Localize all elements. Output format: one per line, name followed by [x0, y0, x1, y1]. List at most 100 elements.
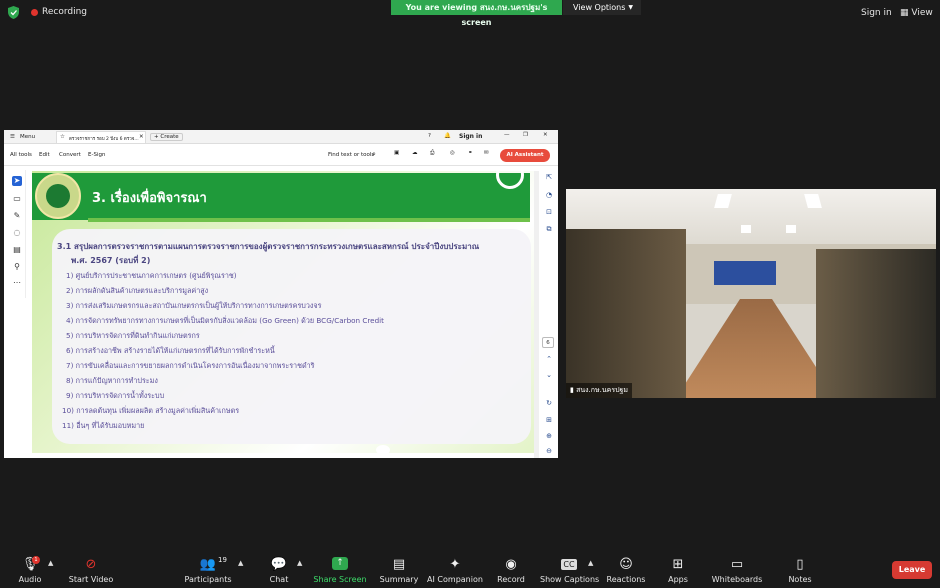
fit-page-icon[interactable]: ⊞ — [544, 415, 554, 425]
create-button[interactable]: + Create — [150, 133, 183, 141]
whiteboard-icon: ▭ — [730, 557, 744, 572]
sparkle-icon: ✦ — [449, 557, 461, 572]
comments-icon[interactable]: ◔ — [544, 190, 554, 200]
minimize-icon[interactable]: — — [504, 132, 510, 138]
whiteboards-button[interactable]: ▭ Whiteboards — [710, 550, 764, 588]
captions-options-caret[interactable]: ▲ — [588, 559, 593, 567]
menu-icon[interactable]: ☰ — [10, 134, 15, 140]
summary-button[interactable]: ▤ Summary — [378, 550, 420, 588]
slide-title: 3. เรื่องเพื่อพิจารณา — [92, 191, 207, 206]
chevron-down-icon[interactable]: ⌄ — [544, 370, 554, 380]
ai-chat-icon[interactable]: ◎ — [450, 150, 455, 156]
comment-icon[interactable]: ▭ — [12, 194, 22, 204]
text-box-icon[interactable]: ▤ — [12, 245, 22, 255]
chevron-up-icon[interactable]: ⌃ — [544, 354, 554, 364]
grid-icon: ▦ — [900, 8, 912, 18]
participants-label: Participants — [184, 575, 232, 584]
help-icon[interactable]: ? — [428, 133, 431, 139]
summary-label: Summary — [379, 575, 419, 584]
chat-options-caret[interactable]: ▲ — [297, 559, 302, 567]
reactions-icon: ☺ — [619, 557, 633, 572]
ai-companion-label: AI Companion — [427, 575, 483, 584]
chat-button[interactable]: 💬 Chat — [262, 550, 296, 588]
audio-badge: 1 — [32, 556, 40, 564]
find-text-label[interactable]: Find text or tools — [328, 152, 374, 158]
page-number-field[interactable]: 6 — [542, 337, 554, 348]
slide-list-item: 2) การผลักดันสินค้าเกษตรและบริการมูลค่าส… — [66, 286, 209, 295]
close-tab-icon[interactable]: ✕ — [139, 134, 144, 140]
pdf-left-toolbar: ➤ ▭ ✎ ◌ ▤ ⚲ ⋯ — [8, 170, 26, 298]
participants-button[interactable]: 👥 19 Participants — [182, 550, 234, 588]
record-button[interactable]: ◉ Record — [494, 550, 528, 588]
video-conference-table — [676, 299, 836, 398]
participant-video[interactable]: ▮ สนง.กษ.นครปฐม — [566, 189, 936, 398]
upload-cloud-icon[interactable]: ☁ — [412, 150, 418, 156]
stamp-icon[interactable]: ⚲ — [12, 262, 22, 272]
select-cursor-icon[interactable]: ➤ — [12, 176, 22, 186]
view-options-button[interactable]: View Options ▼ — [563, 0, 641, 15]
leave-button[interactable]: Leave — [892, 561, 932, 579]
rotate-icon[interactable]: ↻ — [544, 398, 554, 408]
chat-icon: 💬 — [270, 557, 288, 572]
more-tools-icon[interactable]: ⋯ — [12, 278, 22, 288]
view-button[interactable]: ▦ View — [900, 8, 933, 18]
maximize-icon[interactable]: ❐ — [523, 132, 528, 138]
notes-button[interactable]: ▯ Notes — [784, 550, 816, 588]
participants-options-caret[interactable]: ▲ — [238, 559, 243, 567]
show-captions-button[interactable]: CC Show Captions — [540, 550, 599, 588]
bell-icon[interactable]: 🔔 — [444, 133, 451, 139]
start-video-button[interactable]: ⊘ Start Video — [64, 550, 118, 588]
ai-companion-button[interactable]: ✦ AI Companion — [426, 550, 484, 588]
notes-label: Notes — [788, 575, 812, 584]
participant-count: 19 — [218, 556, 227, 564]
menu-convert[interactable]: Convert — [59, 152, 81, 158]
slide-heading-line2: พ.ศ. 2567 (รอบที่ 2) — [71, 256, 151, 265]
view-label: View — [911, 8, 933, 18]
pdf-sign-in-button[interactable]: Sign in — [459, 133, 482, 140]
menu-label[interactable]: Menu — [20, 134, 35, 140]
video-off-icon: ⊘ — [85, 557, 97, 572]
slide-list-item: 3) การส่งเสริมเกษตรกรและสถาบันเกษตรกรเป็… — [66, 301, 322, 310]
close-window-icon[interactable]: ✕ — [543, 132, 548, 138]
whiteboards-label: Whiteboards — [711, 575, 763, 584]
lasso-icon[interactable]: ◌ — [12, 228, 22, 238]
zoom-out-icon[interactable]: ⊖ — [544, 446, 554, 456]
recording-label[interactable]: Recording — [42, 7, 87, 17]
recording-dot-icon — [31, 9, 38, 16]
star-icon[interactable]: ☆ — [60, 134, 65, 140]
share-screen-button[interactable]: ↑ Share Screen — [312, 550, 368, 588]
slide-list-item: 8) การแก้ปัญหาการทำประมง — [66, 376, 158, 385]
ceiling-light — [786, 225, 796, 233]
reactions-button[interactable]: ☺ Reactions — [604, 550, 648, 588]
menu-all-tools[interactable]: All tools — [10, 152, 32, 158]
pages-icon[interactable]: ⧉ — [544, 224, 554, 234]
slide-list-item: 9) การบริหารจัดการน้ำทั้งระบบ — [66, 391, 165, 400]
document-tab-title: ตรวจราชการ รอบ 2 ปีงบ 6 ตรวจ... — [69, 137, 139, 142]
ai-assistant-button[interactable]: AI Assistant — [500, 149, 550, 162]
search-icon[interactable]: ⌕ — [372, 150, 376, 159]
share-export-icon[interactable]: ⇱ — [544, 172, 554, 182]
view-options-label: View Options — [573, 3, 626, 12]
slide-list-item: 11) อื่นๆ ที่ได้รับมอบหมาย — [62, 421, 145, 430]
zoom-in-icon[interactable]: ⊕ — [544, 431, 554, 441]
document-tab[interactable]: ☆ ตรวจราชการ รอบ 2 ปีงบ 6 ตรวจ... ✕ — [56, 131, 146, 143]
pdf-slide-page: 3. เรื่องเพื่อพิจารณา 3.1 สรุปผลการตรวจร… — [32, 171, 535, 453]
slide-list-item: 7) การขับเคลื่อนและการขยายผลการดำเนินโคร… — [66, 361, 315, 370]
bookmark-icon[interactable]: ⊡ — [544, 207, 554, 217]
menu-edit[interactable]: Edit — [39, 152, 50, 158]
captions-icon: CC — [561, 559, 577, 570]
pen-icon[interactable]: ✎ — [12, 211, 22, 221]
mail-icon[interactable]: ✉ — [484, 150, 489, 156]
print-icon[interactable]: ⎙ — [430, 150, 434, 157]
video-right-attendees — [816, 249, 936, 398]
link-icon[interactable]: ⚭ — [468, 150, 473, 156]
record-icon: ◉ — [505, 557, 517, 572]
audio-options-caret[interactable]: ▲ — [48, 559, 53, 567]
apps-button[interactable]: ⊞ Apps — [662, 550, 694, 588]
sign-in-button[interactable]: Sign in — [861, 8, 892, 18]
shield-icon[interactable] — [8, 6, 19, 19]
audio-button[interactable]: 🎙 1 Audio — [10, 550, 50, 588]
shared-screen[interactable]: ☰ Menu ☆ ตรวจราชการ รอบ 2 ปีงบ 6 ตรวจ...… — [4, 130, 558, 458]
menu-e-sign[interactable]: E-Sign — [88, 152, 105, 158]
save-icon[interactable]: ▣ — [394, 150, 399, 156]
